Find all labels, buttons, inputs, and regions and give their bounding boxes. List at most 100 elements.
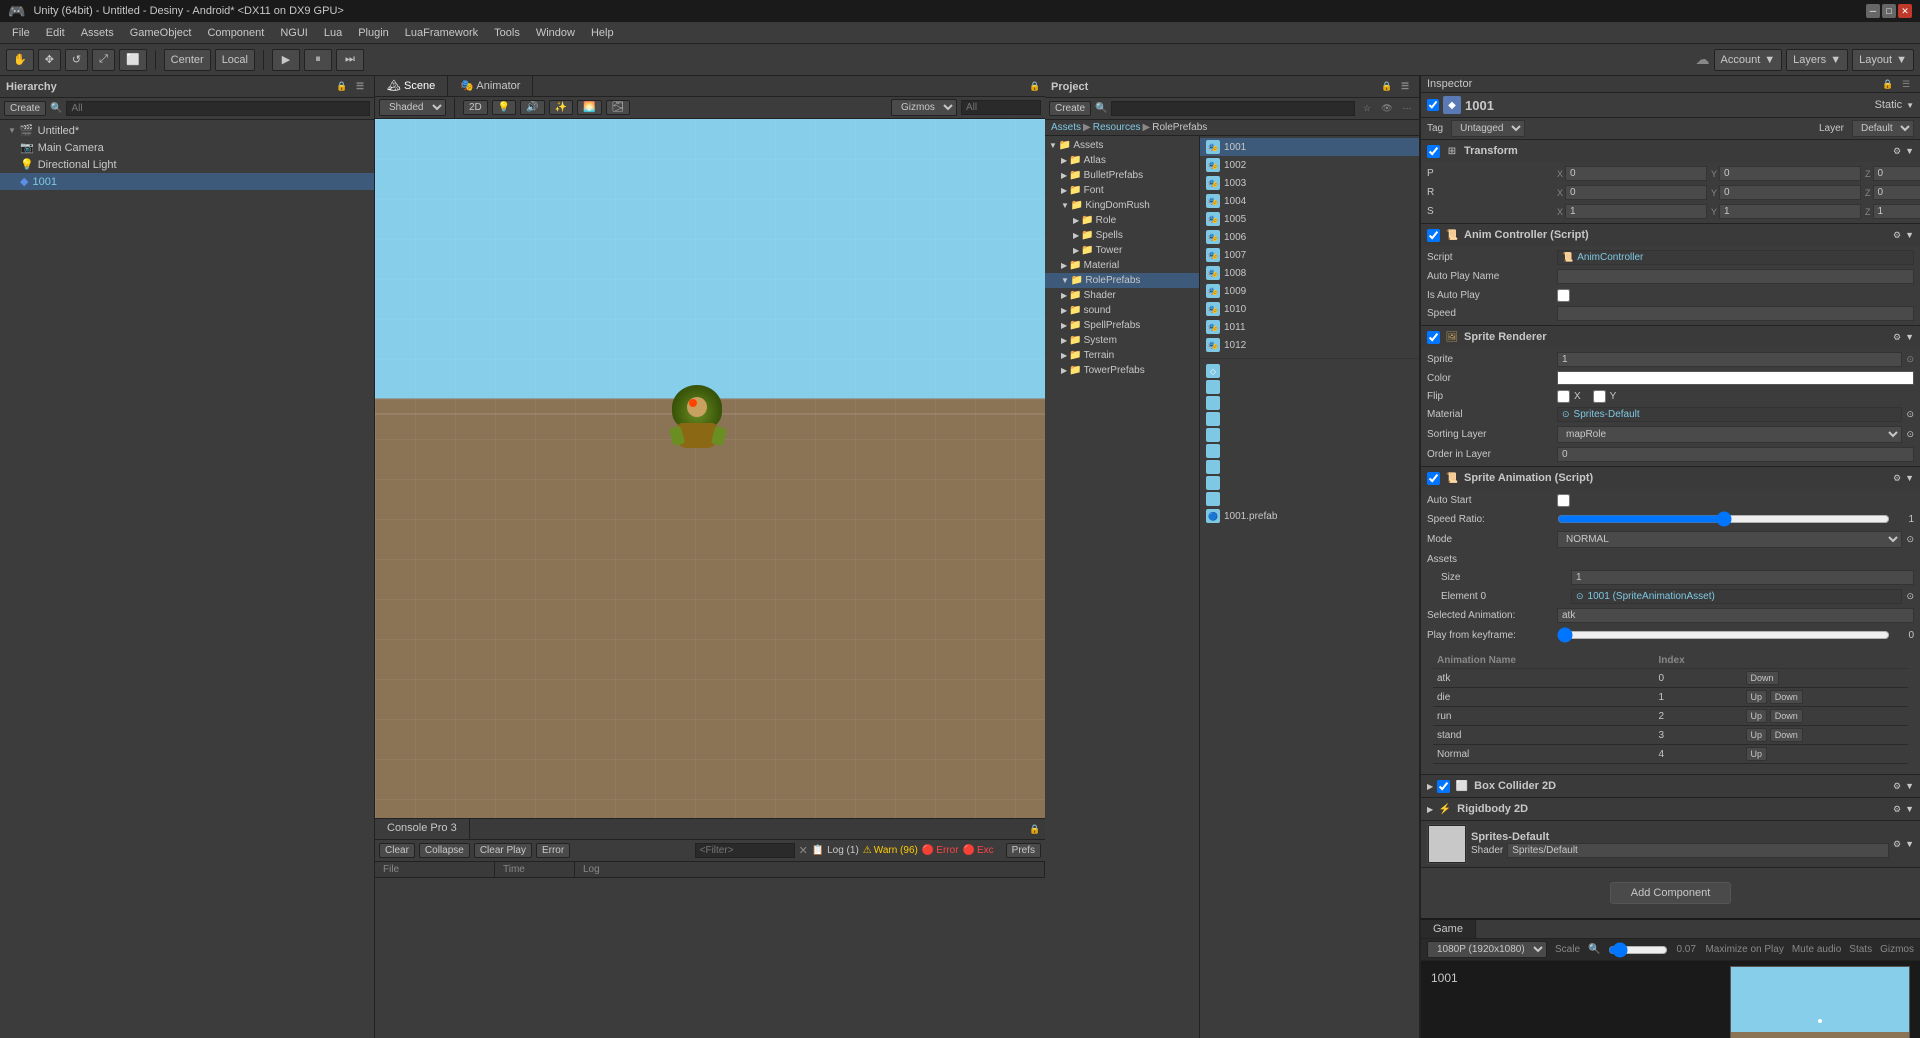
file-1003[interactable]: 🎭 1003: [1200, 174, 1419, 192]
anim-controller-enable-checkbox[interactable]: [1427, 229, 1440, 242]
rigidbody-header[interactable]: ▶ ⚡ Rigidbody 2D ⚙ ▼: [1421, 798, 1920, 820]
minimize-button[interactable]: ─: [1866, 4, 1880, 18]
transform-menu-icon[interactable]: ▼: [1905, 146, 1914, 156]
scene-2d-button[interactable]: 2D: [463, 100, 488, 115]
console-error-button[interactable]: Error: [536, 843, 570, 858]
inspector-lock-icon[interactable]: 🔒: [1880, 76, 1896, 92]
tree-item-material[interactable]: ▶ 📁 Material: [1045, 258, 1199, 273]
transform-scale-button[interactable]: ⤢: [92, 49, 115, 71]
tree-item-kingdomrush[interactable]: ▼ 📁 KingDomRush: [1045, 198, 1199, 213]
file-extra-3[interactable]: [1200, 395, 1419, 411]
anim-controller-settings-icon[interactable]: ⚙: [1893, 230, 1901, 241]
auto-start-checkbox[interactable]: [1557, 494, 1570, 507]
script-asset-ref[interactable]: 📜 AnimController: [1557, 250, 1914, 265]
rotation-z-input[interactable]: [1873, 185, 1920, 200]
mode-target-icon[interactable]: ⊙: [1906, 534, 1914, 545]
scene-light-button[interactable]: 💡: [492, 100, 516, 115]
static-dropdown-icon[interactable]: ▼: [1906, 101, 1914, 110]
sprite-renderer-header[interactable]: 🖼 Sprite Renderer ⚙ ▼: [1421, 326, 1920, 348]
hierarchy-item-untitled[interactable]: ▼ 🎬 Untitled*: [0, 122, 374, 139]
anim-stand-up-btn[interactable]: Up: [1746, 728, 1768, 742]
material-target-icon[interactable]: ⊙: [1906, 409, 1914, 420]
anim-run-up-btn[interactable]: Up: [1746, 709, 1768, 723]
file-1011[interactable]: 🎭 1011: [1200, 318, 1419, 336]
position-y-input[interactable]: [1719, 166, 1861, 181]
hierarchy-item-directional-light[interactable]: 💡 Directional Light: [0, 156, 374, 173]
play-button[interactable]: ▶: [272, 49, 300, 71]
speed-input[interactable]: 1: [1557, 306, 1914, 321]
gizmos-dropdown[interactable]: Gizmos: [891, 99, 957, 116]
tree-item-towerprefabs[interactable]: ▶ 📁 TowerPrefabs: [1045, 363, 1199, 378]
file-extra-9[interactable]: [1200, 491, 1419, 507]
anim-controller-menu-icon[interactable]: ▼: [1905, 230, 1914, 240]
scene-fog-button[interactable]: 🌫: [606, 100, 631, 115]
file-extra-1[interactable]: ◇: [1200, 363, 1419, 379]
file-1010[interactable]: 🎭 1010: [1200, 300, 1419, 318]
breadcrumb-resources[interactable]: Resources: [1093, 122, 1141, 133]
selected-anim-input[interactable]: [1557, 608, 1914, 623]
game-resolution-dropdown[interactable]: 1080P (1920x1080): [1427, 941, 1547, 958]
rotation-x-input[interactable]: [1565, 185, 1707, 200]
position-x-input[interactable]: [1565, 166, 1707, 181]
position-z-input[interactable]: [1873, 166, 1920, 181]
file-1001[interactable]: 🎭 1001: [1200, 138, 1419, 156]
transform-move-button[interactable]: ✥: [38, 49, 61, 71]
menu-ngui[interactable]: NGUI: [272, 25, 316, 41]
rotation-y-input[interactable]: [1719, 185, 1861, 200]
anim-die-down-btn[interactable]: Down: [1770, 690, 1803, 704]
menu-window[interactable]: Window: [528, 25, 583, 41]
tree-item-atlas[interactable]: ▶ 📁 Atlas: [1045, 153, 1199, 168]
inspector-enabled-checkbox[interactable]: [1427, 99, 1439, 111]
tag-dropdown[interactable]: Untagged: [1451, 120, 1525, 137]
hierarchy-menu-icon[interactable]: ☰: [352, 79, 368, 95]
file-1012[interactable]: 🎭 1012: [1200, 336, 1419, 354]
menu-help[interactable]: Help: [583, 25, 622, 41]
anim-die-up-btn[interactable]: Up: [1746, 690, 1768, 704]
sprite-obj-ref[interactable]: ⊙: [1906, 354, 1914, 365]
sprite-renderer-settings-icon[interactable]: ⚙: [1893, 332, 1901, 343]
rigidbody-menu-icon[interactable]: ▼: [1905, 804, 1914, 814]
console-prefs-button[interactable]: Prefs: [1006, 843, 1041, 858]
tree-item-spellprefabs[interactable]: ▶ 📁 SpellPrefabs: [1045, 318, 1199, 333]
file-1004[interactable]: 🎭 1004: [1200, 192, 1419, 210]
account-dropdown[interactable]: Account ▼: [1714, 49, 1783, 71]
material-asset-ref[interactable]: ⊙ Sprites-Default: [1557, 407, 1902, 422]
sorting-layer-target[interactable]: ⊙: [1906, 429, 1914, 440]
tab-animator[interactable]: 🎭 Animator: [448, 76, 533, 96]
play-from-slider[interactable]: [1557, 627, 1890, 643]
layer-dropdown[interactable]: Default: [1852, 120, 1914, 137]
file-1005[interactable]: 🎭 1005: [1200, 210, 1419, 228]
menu-component[interactable]: Component: [199, 25, 272, 41]
pause-button[interactable]: ⏸: [304, 49, 332, 71]
close-button[interactable]: ✕: [1898, 4, 1912, 18]
scale-y-input[interactable]: [1719, 204, 1861, 219]
sprite-animation-menu-icon[interactable]: ▼: [1905, 473, 1914, 483]
flip-y-checkbox[interactable]: [1593, 390, 1606, 403]
anim-atk-down-btn[interactable]: Down: [1746, 671, 1779, 685]
file-extra-6[interactable]: [1200, 443, 1419, 459]
transform-settings-icon[interactable]: ⚙: [1893, 146, 1901, 157]
menu-edit[interactable]: Edit: [38, 25, 73, 41]
menu-tools[interactable]: Tools: [486, 25, 528, 41]
project-filter-icon[interactable]: ⋯: [1399, 101, 1415, 117]
sprites-default-menu-icon[interactable]: ▼: [1905, 839, 1914, 849]
space-button[interactable]: Local: [215, 49, 255, 71]
sprite-renderer-menu-icon[interactable]: ▼: [1905, 332, 1914, 342]
rigidbody-settings-icon[interactable]: ⚙: [1893, 804, 1901, 815]
tree-item-role[interactable]: ▶ 📁 Role: [1045, 213, 1199, 228]
transform-hand-button[interactable]: ✋: [6, 49, 34, 71]
anim-stand-down-btn[interactable]: Down: [1770, 728, 1803, 742]
file-1009[interactable]: 🎭 1009: [1200, 282, 1419, 300]
file-1007[interactable]: 🎭 1007: [1200, 246, 1419, 264]
auto-play-name-input[interactable]: [1557, 269, 1914, 284]
project-eye-icon[interactable]: 👁: [1379, 101, 1395, 117]
anim-normal-up-btn[interactable]: Up: [1746, 747, 1768, 761]
tree-item-assets[interactable]: ▼ 📁 Assets: [1045, 138, 1199, 153]
tree-item-roleprefabs[interactable]: ▼ 📁 RolePrefabs: [1045, 273, 1199, 288]
menu-file[interactable]: File: [4, 25, 38, 41]
sprite-renderer-enable-checkbox[interactable]: [1427, 331, 1440, 344]
box-collider-header[interactable]: ▶ ⬜ Box Collider 2D ⚙ ▼: [1421, 775, 1920, 797]
anim-run-down-btn[interactable]: Down: [1770, 709, 1803, 723]
is-auto-play-checkbox[interactable]: [1557, 289, 1570, 302]
hierarchy-create-button[interactable]: Create: [4, 101, 46, 116]
